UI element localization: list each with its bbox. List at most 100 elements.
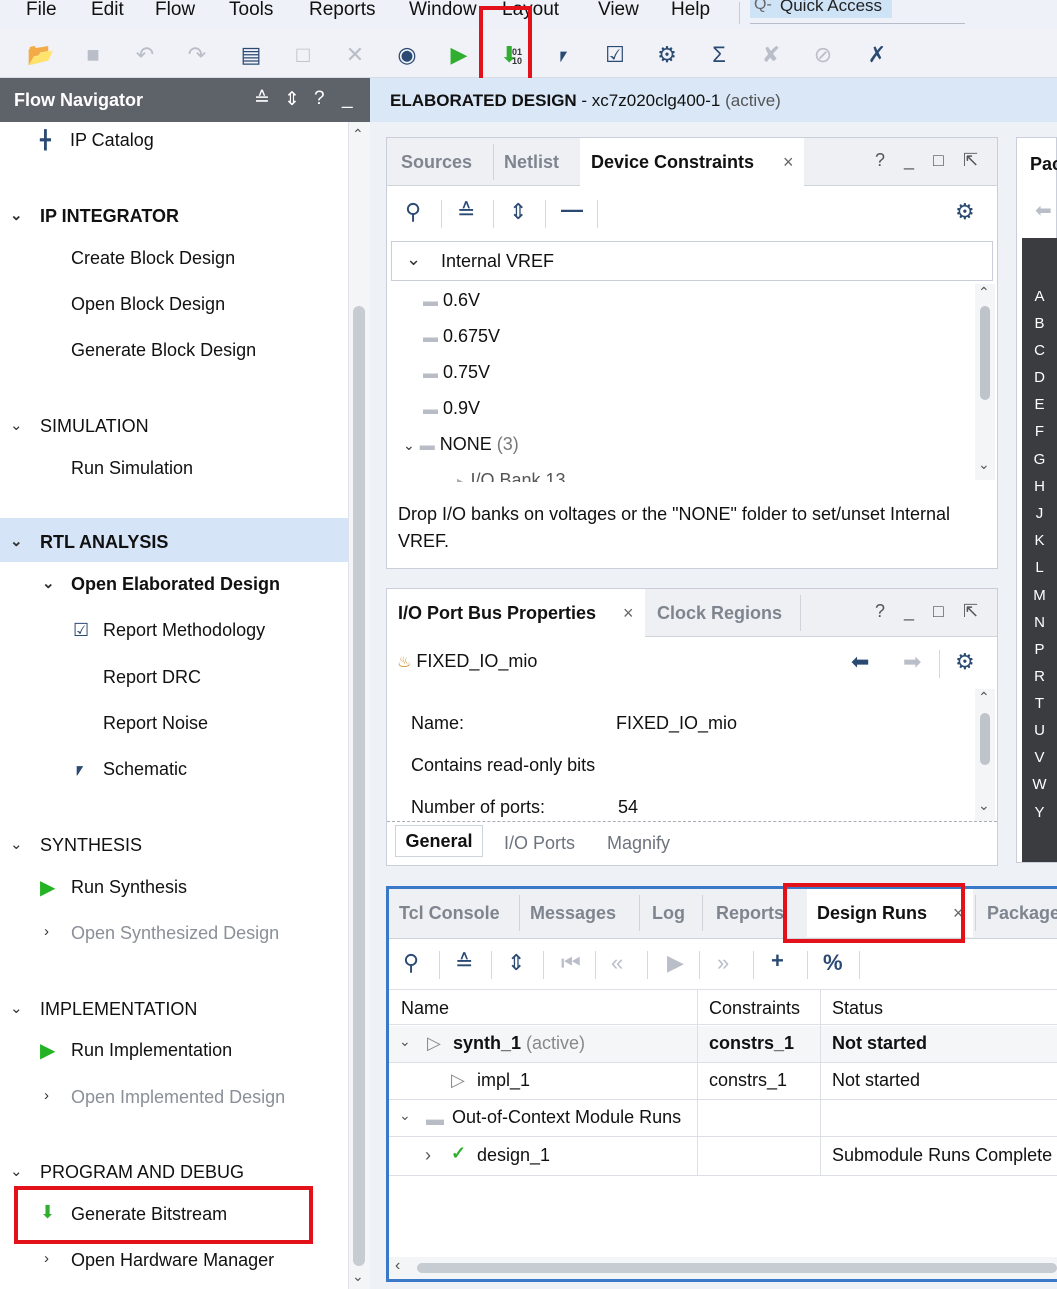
run-icon[interactable]: ▶	[444, 40, 474, 70]
tab-tcl-console[interactable]: Tcl Console	[399, 889, 500, 937]
tab-package[interactable]: Package	[987, 889, 1057, 937]
help-icon[interactable]: ?	[314, 88, 325, 110]
vref-item[interactable]: ▬ 0.75V	[423, 362, 490, 383]
last-icon[interactable]: »	[717, 951, 729, 975]
tab-clock-regions[interactable]: Clock Regions	[657, 589, 782, 637]
vref-none-item[interactable]: ⌄ ▬ NONE (3)	[403, 434, 519, 455]
save-icon[interactable]: ■	[78, 40, 108, 70]
tab-package[interactable]: Package	[1030, 154, 1057, 175]
find-icon[interactable]: ◉	[392, 40, 422, 70]
collapse-all-icon[interactable]: ≙	[455, 951, 473, 975]
table-row[interactable]: ⌄ ▬ Out-of-Context Module Runs	[389, 1100, 1057, 1136]
menu-reports[interactable]: Reports	[309, 0, 376, 20]
tab-general[interactable]: General	[395, 825, 483, 857]
tool-disabled-1-icon[interactable]: ✘	[756, 40, 786, 70]
internal-vref-group[interactable]: ⌄ Internal VREF	[391, 241, 993, 281]
settings-icon[interactable]: ⚙	[955, 200, 975, 224]
table-row[interactable]: › ✓ design_1 Submodule Runs Complete	[389, 1137, 1057, 1175]
minimize-icon[interactable]: _	[904, 601, 914, 622]
vref-item[interactable]: ▬ 0.9V	[423, 398, 480, 419]
undo-icon[interactable]: ↶	[130, 40, 160, 70]
flow-navigator-scrollbar[interactable]: ⌃ ⌄	[348, 122, 370, 1289]
column-status[interactable]: Status	[832, 998, 883, 1019]
delete-icon[interactable]: ✕	[340, 40, 370, 70]
menu-tools[interactable]: Tools	[229, 0, 273, 20]
maximize-icon[interactable]: □	[933, 150, 944, 171]
tab-io-ports[interactable]: I/O Ports	[504, 833, 575, 854]
tool-disabled-2-icon[interactable]: ⊘	[808, 40, 838, 70]
scroll-up-icon[interactable]: ⌃	[978, 284, 990, 301]
tab-device-constraints[interactable]: Device Constraints ×	[580, 138, 804, 186]
first-icon[interactable]: ⏮	[561, 951, 581, 975]
vref-item[interactable]: ▬ 0.6V	[423, 290, 480, 311]
expand-all-icon[interactable]: ⇕	[507, 951, 525, 975]
io-properties-scrollbar[interactable]: ⌃ ⌄	[975, 689, 995, 821]
back-arrow-icon[interactable]: ⬅	[851, 650, 869, 674]
next-icon[interactable]: ▶	[667, 951, 684, 975]
collapse-all-icon[interactable]: ≙	[254, 88, 270, 111]
cancel-tool-icon[interactable]: ✗	[862, 40, 892, 70]
scroll-down-icon[interactable]: ⌄	[978, 456, 990, 473]
io-bank-item[interactable]: ▶ I/O Bank 13	[457, 470, 566, 482]
scroll-up-icon[interactable]: ⌃	[352, 126, 364, 143]
scroll-down-icon[interactable]: ⌄	[352, 1268, 364, 1285]
forward-arrow-icon[interactable]: ➡	[903, 650, 921, 674]
scrollbar-thumb[interactable]	[417, 1263, 1057, 1273]
menu-help[interactable]: Help	[671, 0, 710, 20]
menu-window[interactable]: Window	[409, 0, 477, 20]
back-arrow-icon[interactable]: ⬅	[1035, 198, 1052, 223]
search-icon[interactable]: ⚲	[405, 200, 421, 224]
tab-sources[interactable]: Sources	[401, 138, 472, 186]
vref-scrollbar[interactable]: ⌃ ⌄	[975, 284, 995, 480]
tab-netlist[interactable]: Netlist	[504, 138, 559, 186]
scrollbar-thumb[interactable]	[353, 306, 365, 1266]
scroll-left-icon[interactable]: ‹	[395, 1257, 400, 1275]
previous-icon[interactable]: «	[611, 951, 623, 975]
minimize-icon[interactable]: _	[904, 150, 914, 171]
tab-magnify[interactable]: Magnify	[607, 833, 670, 854]
schematic-icon[interactable]: ⎖	[548, 40, 578, 70]
menu-edit[interactable]: Edit	[91, 0, 124, 20]
collapse-all-icon[interactable]: ≙	[457, 200, 475, 224]
vref-item[interactable]: ▬ 0.675V	[423, 326, 500, 347]
tab-io-port-bus-properties[interactable]: I/O Port Bus Properties ×	[387, 589, 645, 637]
close-tab-icon[interactable]: ×	[783, 138, 794, 186]
report-icon[interactable]: ☑	[600, 40, 630, 70]
paste-icon[interactable]: □	[288, 40, 318, 70]
float-icon[interactable]: ⇱	[963, 601, 978, 622]
settings-icon[interactable]: ⚙	[652, 40, 682, 70]
quick-access-field[interactable]: Q- Quick Access	[750, 0, 965, 24]
expand-all-icon[interactable]: ⇕	[284, 88, 300, 111]
menu-view[interactable]: View	[598, 0, 639, 20]
redo-icon[interactable]: ↷	[182, 40, 212, 70]
help-icon[interactable]: ?	[875, 601, 885, 622]
add-icon[interactable]: +	[771, 949, 784, 973]
percent-icon[interactable]: %	[823, 951, 843, 975]
menu-flow[interactable]: Flow	[155, 0, 195, 20]
tab-messages[interactable]: Messages	[530, 889, 616, 937]
remove-icon[interactable]: —	[561, 198, 583, 222]
expand-all-icon[interactable]: ⇕	[509, 200, 527, 224]
scrollbar-thumb[interactable]	[980, 306, 990, 400]
tab-log[interactable]: Log	[652, 889, 685, 937]
menu-file[interactable]: File	[26, 0, 57, 20]
settings-icon[interactable]: ⚙	[955, 650, 975, 674]
minimize-icon[interactable]: _	[342, 88, 353, 110]
close-tab-icon[interactable]: ×	[623, 589, 634, 637]
float-icon[interactable]: ⇱	[963, 150, 978, 171]
maximize-icon[interactable]: □	[933, 601, 944, 622]
help-icon[interactable]: ?	[875, 150, 885, 171]
table-row[interactable]: ⌄ ▷ synth_1 (active) constrs_1 Not start…	[389, 1026, 1057, 1062]
column-name[interactable]: Name	[401, 998, 449, 1019]
table-row[interactable]: ▷ impl_1 constrs_1 Not started	[389, 1063, 1057, 1099]
scroll-up-icon[interactable]: ⌃	[978, 689, 990, 706]
open-project-icon[interactable]: 📂	[26, 40, 56, 70]
column-constraints[interactable]: Constraints	[709, 998, 800, 1019]
search-icon[interactable]: ⚲	[403, 951, 419, 975]
scrollbar-thumb[interactable]	[980, 713, 990, 765]
horizontal-scrollbar[interactable]: ‹	[389, 1257, 1057, 1279]
copy-icon[interactable]: ▤	[236, 40, 266, 70]
scroll-down-icon[interactable]: ⌄	[978, 797, 990, 814]
package-grid[interactable]: A B C D E F G H J K L M N P R T U V W Y	[1022, 238, 1057, 862]
tab-reports[interactable]: Reports	[716, 889, 784, 937]
